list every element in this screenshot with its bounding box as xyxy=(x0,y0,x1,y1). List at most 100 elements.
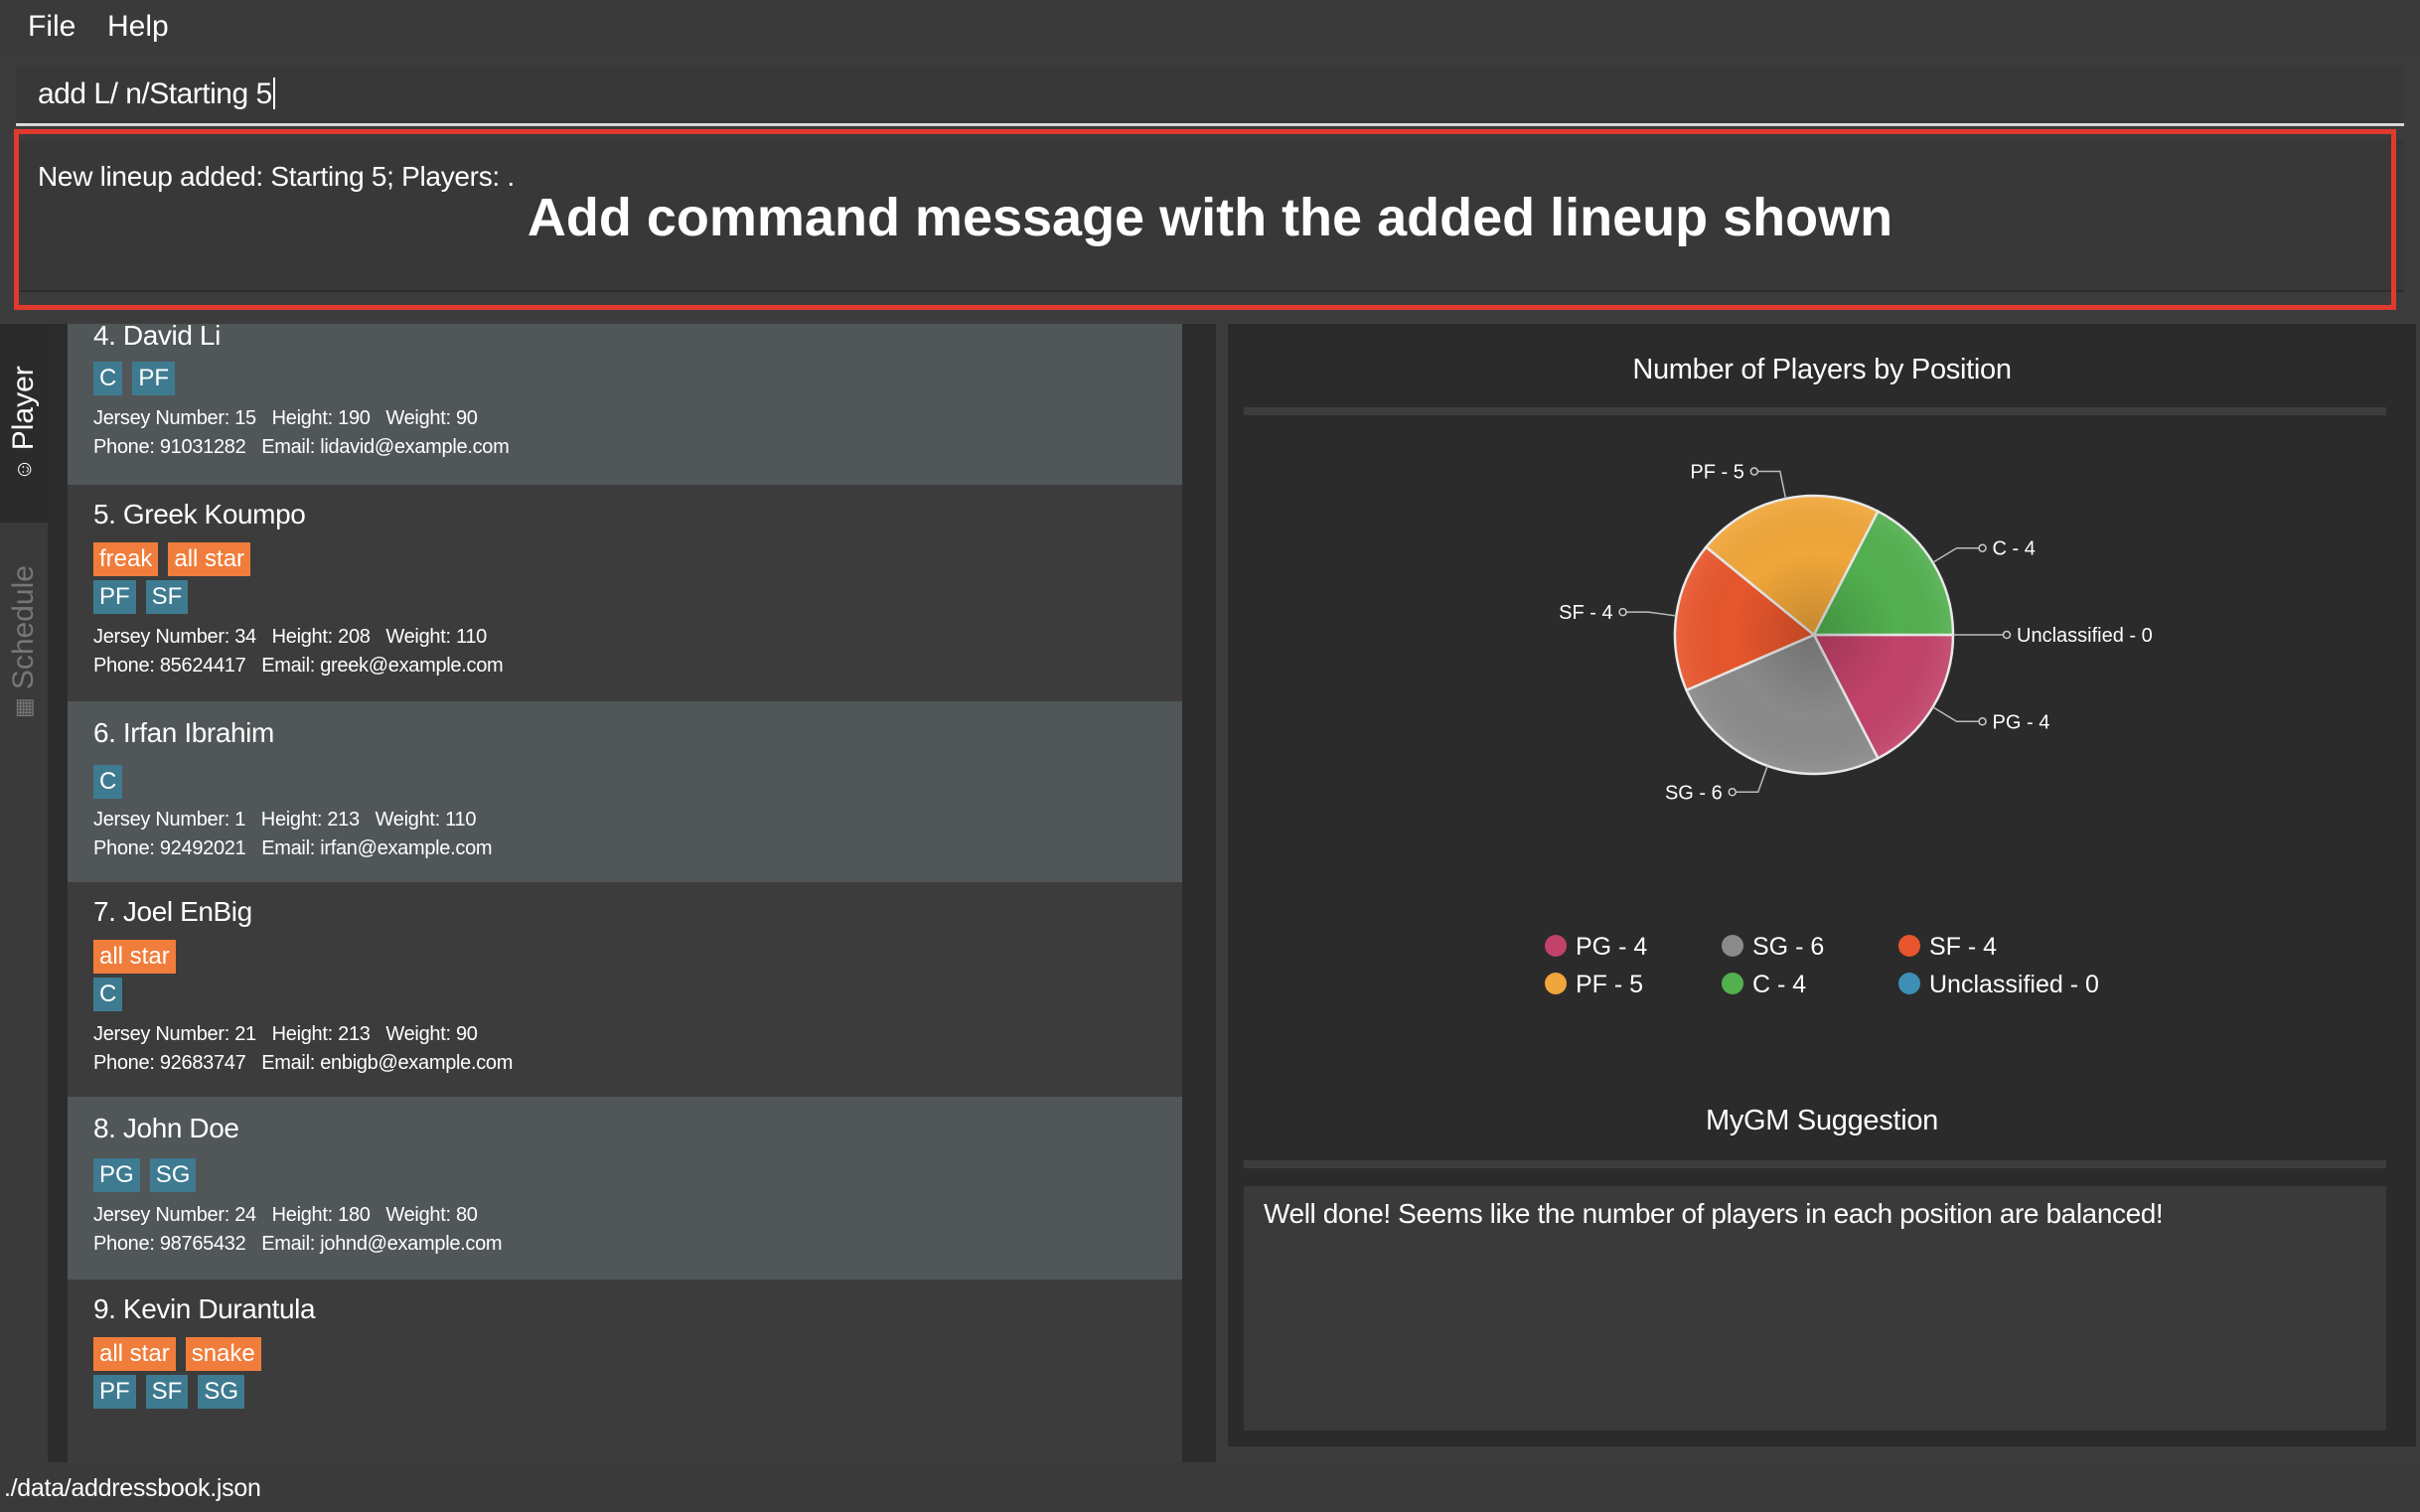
player-card[interactable]: 7. Joel EnBig all star C Jersey Number: … xyxy=(68,882,1182,1097)
calendar-icon: ▦ xyxy=(11,697,36,718)
pie-label-leader xyxy=(1932,706,1983,723)
player-name: 5. Greek Koumpo xyxy=(93,499,306,529)
position-tags: PF SF xyxy=(93,580,198,614)
legend-label: C - 4 xyxy=(1752,971,1806,998)
player-stats: Jersey Number: 15 Height: 190 Weight: 90 xyxy=(93,407,478,429)
suggestion-title: MyGM Suggestion xyxy=(1705,1105,1939,1136)
command-input[interactable]: add L/ n/Starting 5 xyxy=(16,66,2404,126)
chart-title: Number of Players by Position xyxy=(1632,354,2012,385)
label-tag: freak xyxy=(93,542,159,576)
position-tag: SF xyxy=(145,1375,189,1409)
position-tag: PF xyxy=(93,1375,136,1409)
legend-label: Unclassified - 0 xyxy=(1929,971,2099,998)
label-tag: all star xyxy=(93,1337,176,1371)
pie-label-leader xyxy=(1753,470,1787,500)
legend-label: SF - 4 xyxy=(1929,933,1997,961)
position-tags: C PF xyxy=(93,362,185,395)
player-contact: Phone: 91031282 Email: lidavid@example.c… xyxy=(93,436,510,458)
player-name: 7. Joel EnBig xyxy=(93,896,252,927)
player-contact: Phone: 85624417 Email: greek@example.com xyxy=(93,655,504,677)
player-contact: Phone: 92492021 Email: irfan@example.com xyxy=(93,837,493,859)
player-stats: Jersey Number: 21 Height: 213 Weight: 90 xyxy=(93,1023,478,1045)
suggestion-box: Well done! Seems like the number of play… xyxy=(1244,1186,2386,1431)
label-tag: all star xyxy=(168,542,251,576)
legend-swatch xyxy=(1722,935,1743,957)
position-tag: C xyxy=(93,765,123,799)
position-tags: PF SF SG xyxy=(93,1375,254,1409)
label-tags: freak all star xyxy=(93,542,260,576)
suggestion-text: Well done! Seems like the number of play… xyxy=(1264,1198,2164,1229)
pie-slice-label: SG - 6 xyxy=(1665,782,1723,804)
player-card[interactable]: 6. Irfan Ibrahim C Jersey Number: 1 Heig… xyxy=(68,701,1182,882)
position-tag: PG xyxy=(93,1158,140,1192)
player-stats: Jersey Number: 1 Height: 213 Weight: 110 xyxy=(93,809,477,831)
tab-player-label: Player xyxy=(7,366,40,451)
pie-label-leader xyxy=(1932,546,1983,563)
player-name: 4. David Li xyxy=(93,324,221,351)
pie-slice-label: Unclassified - 0 xyxy=(2017,625,2153,647)
legend-label: PG - 4 xyxy=(1576,933,1647,961)
position-tag: SG xyxy=(198,1375,245,1409)
text-caret xyxy=(272,77,275,109)
pie-label-dot xyxy=(1978,717,1987,726)
player-card[interactable]: 5. Greek Koumpo freak all star PF SF Jerse… xyxy=(68,485,1182,701)
pie-label-leader xyxy=(1732,765,1768,794)
player-list-panel: 4. David Li C PF Jersey Number: 15 Height… xyxy=(48,324,1216,1462)
legend-swatch xyxy=(1545,973,1567,994)
tab-schedule-label: Schedule xyxy=(7,565,40,690)
legend-swatch xyxy=(1898,935,1920,957)
suggestion-title-divider xyxy=(1244,1160,2386,1168)
annotation-caption: Add command message with the added lineu… xyxy=(527,188,1893,247)
menu-help[interactable]: Help xyxy=(107,10,169,44)
player-stats: Jersey Number: 24 Height: 180 Weight: 80 xyxy=(93,1204,478,1226)
position-tag: C xyxy=(93,978,123,1011)
pie-label-dot xyxy=(1618,607,1627,617)
player-name: 6. Irfan Ibrahim xyxy=(93,717,274,748)
chart-title-divider xyxy=(1244,407,2386,415)
label-tags: all star xyxy=(93,940,186,974)
pie-label-leader xyxy=(1622,611,1677,617)
menu-bar: File Help xyxy=(0,0,2420,56)
pie-label-dot xyxy=(2002,630,2012,640)
position-tag: SF xyxy=(145,580,189,614)
status-bar: ./data/addressbook.json xyxy=(0,1462,2420,1512)
menu-file[interactable]: File xyxy=(28,10,76,44)
player-card[interactable]: 8. John Doe PG SG Jersey Number: 24 Heigh… xyxy=(68,1097,1182,1280)
player-stats: Jersey Number: 34 Height: 208 Weight: 11… xyxy=(93,626,487,648)
player-contact: Phone: 98765432 Email: johnd@example.com xyxy=(93,1233,503,1255)
side-tab-bar: ☺ Player ▦ Schedule xyxy=(0,324,48,1462)
player-contact: Phone: 92683747 Email: enbigb@example.co… xyxy=(93,1052,514,1074)
position-tags: C xyxy=(93,765,132,799)
legend-swatch xyxy=(1722,973,1743,994)
player-name: 9. Kevin Durantula xyxy=(93,1293,316,1324)
smiley-icon: ☺ xyxy=(11,458,36,481)
player-name: 8. John Doe xyxy=(93,1113,239,1143)
command-text: add L/ n/Starting 5 xyxy=(38,77,272,110)
label-tags: all star snake xyxy=(93,1337,271,1371)
tab-player[interactable]: ☺ Player xyxy=(0,324,48,523)
data-file-path: ./data/addressbook.json xyxy=(4,1474,261,1502)
position-tags: PG SG xyxy=(93,1158,206,1192)
label-tag: all star xyxy=(93,940,176,974)
position-tag: C xyxy=(93,362,123,395)
pie-label-dot xyxy=(1978,543,1987,552)
legend-swatch xyxy=(1898,973,1920,994)
pie-slice-label: C - 4 xyxy=(1993,538,2036,560)
legend-label: PF - 5 xyxy=(1576,971,1643,998)
position-tags: C xyxy=(93,978,132,1011)
pie-slice-label: SF - 4 xyxy=(1559,602,1612,624)
pie-slice-label: PF - 5 xyxy=(1690,462,1743,484)
player-card[interactable]: 4. David Li C PF Jersey Number: 15 Height… xyxy=(68,324,1182,485)
position-tag: SG xyxy=(149,1158,197,1192)
tab-schedule[interactable]: ▦ Schedule xyxy=(0,542,48,741)
position-tag: PF xyxy=(93,580,136,614)
player-card[interactable]: 9. Kevin Durantula all star snake PF SF SG xyxy=(68,1280,1182,1462)
legend-label: SG - 6 xyxy=(1752,933,1824,961)
pie-slice-label: PG - 4 xyxy=(1993,711,2050,733)
label-tag: snake xyxy=(185,1337,261,1371)
legend-swatch xyxy=(1545,935,1567,957)
pie-label-dot xyxy=(1728,788,1737,797)
pie-label-dot xyxy=(1749,467,1759,476)
statistics-panel: Number of Players by Position PG - 4 SG -… xyxy=(1228,324,2416,1446)
position-pie-chart: PG - 4 SG - 6 SF - 4 PF - 5 C - 4 Unclassifie… xyxy=(1545,462,2153,998)
